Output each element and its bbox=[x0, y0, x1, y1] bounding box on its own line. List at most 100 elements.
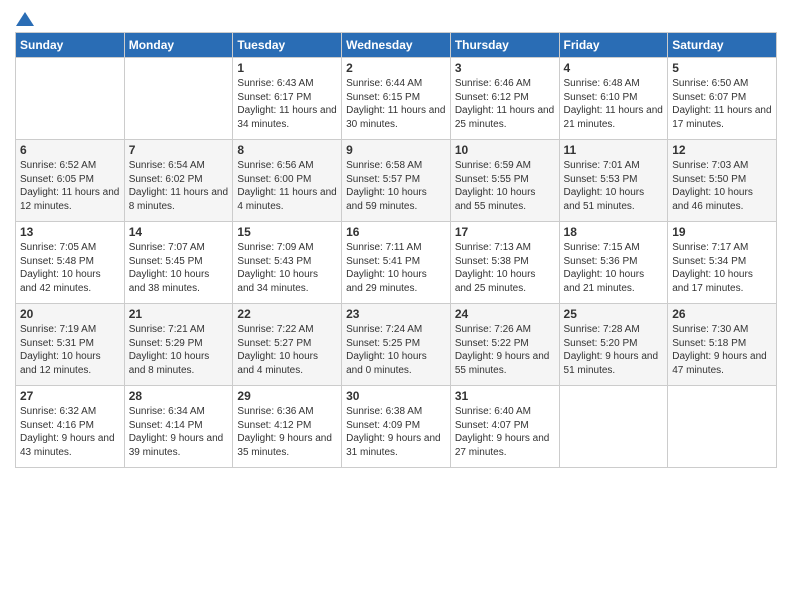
cell-content: Sunrise: 7:15 AM Sunset: 5:36 PM Dayligh… bbox=[564, 241, 664, 295]
calendar-cell: 3 Sunrise: 6:46 AM Sunset: 6:12 PM Daylig… bbox=[450, 58, 559, 140]
calendar-cell bbox=[668, 386, 777, 468]
cell-content: Sunrise: 7:19 AM Sunset: 5:31 PM Dayligh… bbox=[20, 323, 120, 377]
day-number: 14 bbox=[129, 225, 229, 239]
day-number: 11 bbox=[564, 143, 664, 157]
calendar-cell: 16 Sunrise: 7:11 AM Sunset: 5:41 PM Dayli… bbox=[342, 222, 451, 304]
calendar-body: 1 Sunrise: 6:43 AM Sunset: 6:17 PM Daylig… bbox=[16, 58, 777, 468]
calendar-cell: 4 Sunrise: 6:48 AM Sunset: 6:10 PM Daylig… bbox=[559, 58, 668, 140]
cell-content: Sunrise: 7:09 AM Sunset: 5:43 PM Dayligh… bbox=[237, 241, 337, 295]
cell-content: Sunrise: 7:21 AM Sunset: 5:29 PM Dayligh… bbox=[129, 323, 229, 377]
calendar-cell bbox=[559, 386, 668, 468]
day-number: 13 bbox=[20, 225, 120, 239]
calendar-cell: 13 Sunrise: 7:05 AM Sunset: 5:48 PM Dayli… bbox=[16, 222, 125, 304]
cell-content: Sunrise: 7:24 AM Sunset: 5:25 PM Dayligh… bbox=[346, 323, 446, 377]
day-number: 30 bbox=[346, 389, 446, 403]
weekday-header: Thursday bbox=[450, 33, 559, 58]
cell-content: Sunrise: 6:32 AM Sunset: 4:16 PM Dayligh… bbox=[20, 405, 120, 459]
calendar-cell: 18 Sunrise: 7:15 AM Sunset: 5:36 PM Dayli… bbox=[559, 222, 668, 304]
cell-content: Sunrise: 6:59 AM Sunset: 5:55 PM Dayligh… bbox=[455, 159, 555, 213]
day-number: 5 bbox=[672, 61, 772, 75]
day-number: 12 bbox=[672, 143, 772, 157]
calendar-cell: 21 Sunrise: 7:21 AM Sunset: 5:29 PM Dayli… bbox=[124, 304, 233, 386]
calendar-cell: 26 Sunrise: 7:30 AM Sunset: 5:18 PM Dayli… bbox=[668, 304, 777, 386]
day-number: 8 bbox=[237, 143, 337, 157]
calendar-table: SundayMondayTuesdayWednesdayThursdayFrid… bbox=[15, 32, 777, 468]
cell-content: Sunrise: 7:01 AM Sunset: 5:53 PM Dayligh… bbox=[564, 159, 664, 213]
calendar-cell: 20 Sunrise: 7:19 AM Sunset: 5:31 PM Dayli… bbox=[16, 304, 125, 386]
day-number: 17 bbox=[455, 225, 555, 239]
calendar-cell: 7Sunrise: 6:54 AM Sunset: 6:02 PM Daylig… bbox=[124, 140, 233, 222]
cell-content: Sunrise: 7:26 AM Sunset: 5:22 PM Dayligh… bbox=[455, 323, 555, 377]
calendar-week-row: 13 Sunrise: 7:05 AM Sunset: 5:48 PM Dayli… bbox=[16, 222, 777, 304]
calendar-cell: 9 Sunrise: 6:58 AM Sunset: 5:57 PM Daylig… bbox=[342, 140, 451, 222]
day-number: 10 bbox=[455, 143, 555, 157]
weekday-header: Wednesday bbox=[342, 33, 451, 58]
calendar-cell: 2 Sunrise: 6:44 AM Sunset: 6:15 PM Daylig… bbox=[342, 58, 451, 140]
cell-content: Sunrise: 7:28 AM Sunset: 5:20 PM Dayligh… bbox=[564, 323, 664, 377]
cell-content: Sunrise: 6:46 AM Sunset: 6:12 PM Dayligh… bbox=[455, 77, 555, 131]
day-number: 20 bbox=[20, 307, 120, 321]
cell-content: Sunrise: 6:48 AM Sunset: 6:10 PM Dayligh… bbox=[564, 77, 664, 131]
day-number: 23 bbox=[346, 307, 446, 321]
cell-content: Sunrise: 7:13 AM Sunset: 5:38 PM Dayligh… bbox=[455, 241, 555, 295]
cell-content: Sunrise: 6:44 AM Sunset: 6:15 PM Dayligh… bbox=[346, 77, 446, 131]
calendar-cell: 17 Sunrise: 7:13 AM Sunset: 5:38 PM Dayli… bbox=[450, 222, 559, 304]
weekday-header: Tuesday bbox=[233, 33, 342, 58]
day-number: 26 bbox=[672, 307, 772, 321]
day-number: 2 bbox=[346, 61, 446, 75]
logo bbox=[15, 10, 34, 26]
calendar-week-row: 20 Sunrise: 7:19 AM Sunset: 5:31 PM Dayli… bbox=[16, 304, 777, 386]
calendar-cell: 1 Sunrise: 6:43 AM Sunset: 6:17 PM Daylig… bbox=[233, 58, 342, 140]
day-number: 7 bbox=[129, 143, 229, 157]
calendar-cell: 27Sunrise: 6:32 AM Sunset: 4:16 PM Dayli… bbox=[16, 386, 125, 468]
day-number: 22 bbox=[237, 307, 337, 321]
cell-content: Sunrise: 7:03 AM Sunset: 5:50 PM Dayligh… bbox=[672, 159, 772, 213]
cell-content: Sunrise: 6:43 AM Sunset: 6:17 PM Dayligh… bbox=[237, 77, 337, 131]
day-number: 29 bbox=[237, 389, 337, 403]
day-number: 28 bbox=[129, 389, 229, 403]
calendar-cell bbox=[124, 58, 233, 140]
calendar-cell: 25 Sunrise: 7:28 AM Sunset: 5:20 PM Dayli… bbox=[559, 304, 668, 386]
calendar-page: SundayMondayTuesdayWednesdayThursdayFrid… bbox=[0, 0, 792, 612]
calendar-week-row: 6 Sunrise: 6:52 AM Sunset: 6:05 PM Daylig… bbox=[16, 140, 777, 222]
calendar-cell: 23 Sunrise: 7:24 AM Sunset: 5:25 PM Dayli… bbox=[342, 304, 451, 386]
cell-content: Sunrise: 6:58 AM Sunset: 5:57 PM Dayligh… bbox=[346, 159, 446, 213]
day-number: 1 bbox=[237, 61, 337, 75]
calendar-cell: 31 Sunrise: 6:40 AM Sunset: 4:07 PM Dayli… bbox=[450, 386, 559, 468]
day-number: 19 bbox=[672, 225, 772, 239]
calendar-cell: 15Sunrise: 7:09 AM Sunset: 5:43 PM Dayli… bbox=[233, 222, 342, 304]
calendar-cell: 11 Sunrise: 7:01 AM Sunset: 5:53 PM Dayli… bbox=[559, 140, 668, 222]
calendar-cell: 8Sunrise: 6:56 AM Sunset: 6:00 PM Daylig… bbox=[233, 140, 342, 222]
cell-content: Sunrise: 6:40 AM Sunset: 4:07 PM Dayligh… bbox=[455, 405, 555, 459]
day-number: 9 bbox=[346, 143, 446, 157]
day-number: 18 bbox=[564, 225, 664, 239]
cell-content: Sunrise: 7:11 AM Sunset: 5:41 PM Dayligh… bbox=[346, 241, 446, 295]
calendar-cell: 29 Sunrise: 6:36 AM Sunset: 4:12 PM Dayli… bbox=[233, 386, 342, 468]
calendar-week-row: 27Sunrise: 6:32 AM Sunset: 4:16 PM Dayli… bbox=[16, 386, 777, 468]
day-number: 31 bbox=[455, 389, 555, 403]
cell-content: Sunrise: 6:52 AM Sunset: 6:05 PM Dayligh… bbox=[20, 159, 120, 213]
calendar-cell: 19Sunrise: 7:17 AM Sunset: 5:34 PM Dayli… bbox=[668, 222, 777, 304]
weekday-header: Friday bbox=[559, 33, 668, 58]
day-number: 4 bbox=[564, 61, 664, 75]
weekday-header: Saturday bbox=[668, 33, 777, 58]
day-number: 24 bbox=[455, 307, 555, 321]
day-number: 16 bbox=[346, 225, 446, 239]
calendar-cell: 6 Sunrise: 6:52 AM Sunset: 6:05 PM Daylig… bbox=[16, 140, 125, 222]
calendar-cell: 24 Sunrise: 7:26 AM Sunset: 5:22 PM Dayli… bbox=[450, 304, 559, 386]
day-number: 21 bbox=[129, 307, 229, 321]
day-number: 25 bbox=[564, 307, 664, 321]
day-number: 3 bbox=[455, 61, 555, 75]
cell-content: Sunrise: 6:36 AM Sunset: 4:12 PM Dayligh… bbox=[237, 405, 337, 459]
logo-icon bbox=[16, 10, 34, 24]
cell-content: Sunrise: 6:38 AM Sunset: 4:09 PM Dayligh… bbox=[346, 405, 446, 459]
calendar-cell: 12 Sunrise: 7:03 AM Sunset: 5:50 PM Dayli… bbox=[668, 140, 777, 222]
calendar-cell bbox=[16, 58, 125, 140]
cell-content: Sunrise: 7:30 AM Sunset: 5:18 PM Dayligh… bbox=[672, 323, 772, 377]
calendar-cell: 14Sunrise: 7:07 AM Sunset: 5:45 PM Dayli… bbox=[124, 222, 233, 304]
weekday-header: Monday bbox=[124, 33, 233, 58]
calendar-cell: 30 Sunrise: 6:38 AM Sunset: 4:09 PM Dayli… bbox=[342, 386, 451, 468]
cell-content: Sunrise: 7:05 AM Sunset: 5:48 PM Dayligh… bbox=[20, 241, 120, 295]
day-number: 6 bbox=[20, 143, 120, 157]
cell-content: Sunrise: 6:34 AM Sunset: 4:14 PM Dayligh… bbox=[129, 405, 229, 459]
